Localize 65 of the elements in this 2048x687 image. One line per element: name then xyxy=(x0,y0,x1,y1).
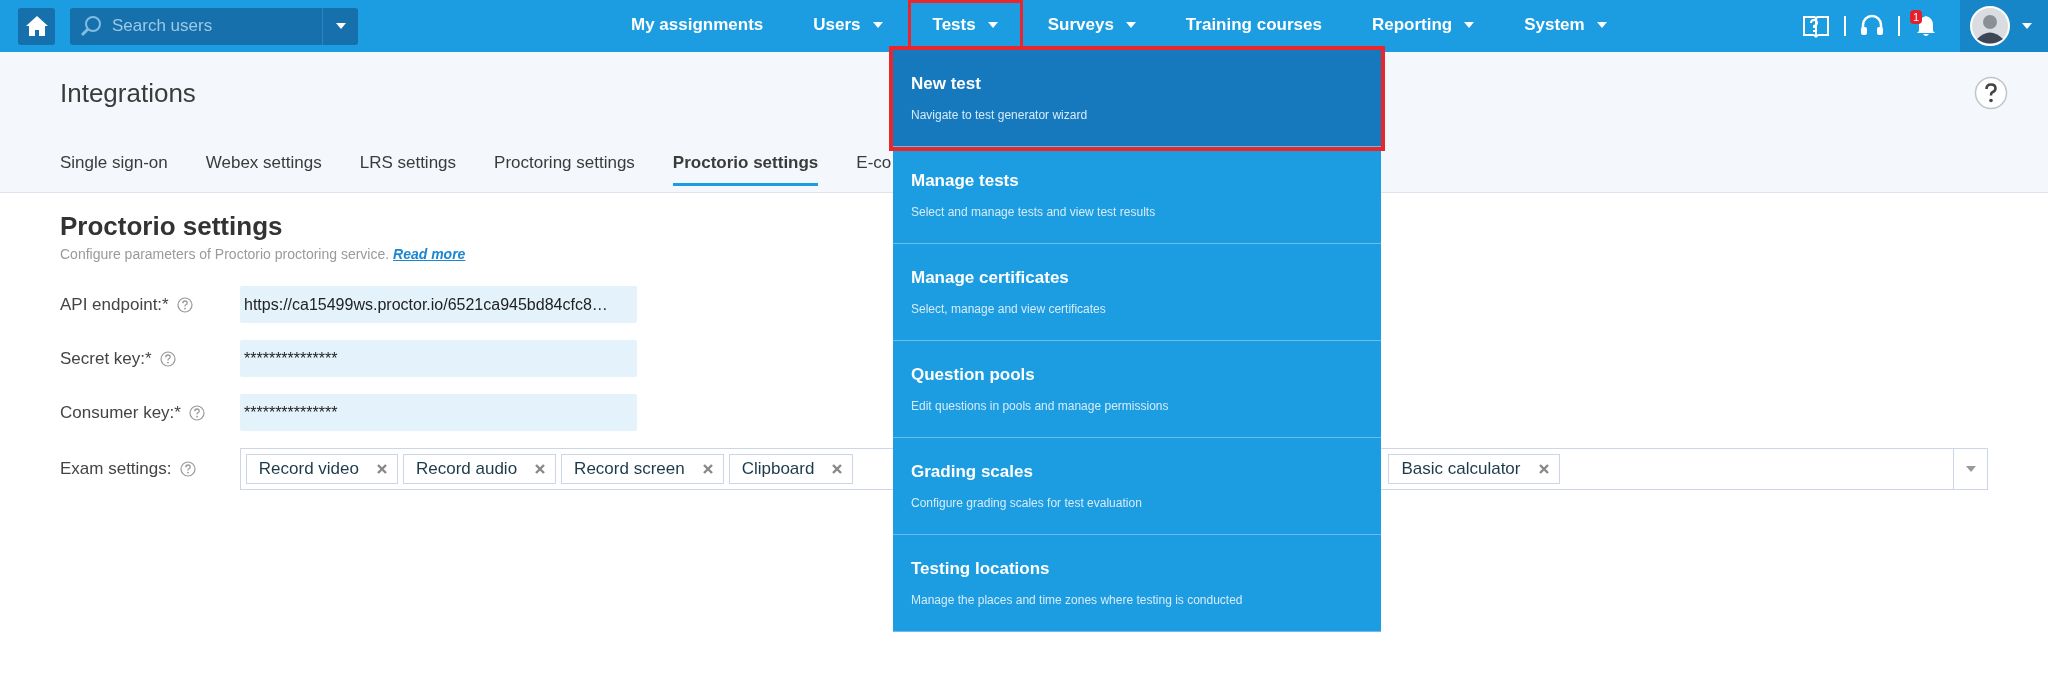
input-field[interactable]: *************** xyxy=(240,394,637,431)
field-label: Secret key:* xyxy=(60,348,152,369)
nav-menu-item[interactable]: My assignments xyxy=(606,0,789,50)
support-button[interactable] xyxy=(1860,14,1884,38)
tab[interactable]: LRS settings xyxy=(359,152,457,186)
caret-icon xyxy=(987,22,998,28)
menu-item[interactable]: Manage certificates Select, manage and view certificates xyxy=(893,244,1381,341)
tag: Basic calculator xyxy=(1388,454,1560,484)
book-icon xyxy=(1802,13,1830,39)
section-description: Configure parameters of Proctorio proctoring service. xyxy=(60,246,391,262)
help-icon xyxy=(179,461,196,477)
tab[interactable]: E-co xyxy=(856,152,892,186)
page-title: Integrations xyxy=(60,77,196,109)
caret-icon xyxy=(1596,22,1607,28)
nav-menu-item[interactable]: Users xyxy=(788,0,908,50)
notification-badge: 1 xyxy=(1910,10,1923,24)
menu-item[interactable]: Testing locations Manage the places and time zones where testing is conducted xyxy=(893,535,1381,632)
caret-icon xyxy=(1464,22,1475,28)
menu-item[interactable]: Grading scales Configure grading scales for test evaluation xyxy=(893,438,1381,535)
tab[interactable]: Webex settings xyxy=(205,152,322,186)
help-icon xyxy=(188,404,205,421)
field-label: Consumer key:* xyxy=(60,402,181,423)
caret-icon xyxy=(1125,22,1136,28)
nav-menu-item[interactable]: System xyxy=(1499,0,1632,50)
tab[interactable]: Proctorio settings xyxy=(672,152,819,186)
help-book-button[interactable] xyxy=(1802,13,1830,39)
input-field[interactable]: *************** xyxy=(240,340,637,377)
tag: Record audio xyxy=(403,454,557,484)
tag: Record screen xyxy=(561,454,724,484)
caret-icon xyxy=(872,22,883,28)
tab[interactable]: Proctoring settings xyxy=(494,152,635,186)
field-label: Exam settings: xyxy=(60,459,172,479)
search-field[interactable]: Search users xyxy=(70,7,322,45)
help-icon xyxy=(1974,76,2008,110)
home-icon xyxy=(25,16,48,36)
section-title: Proctorio settings xyxy=(60,211,283,242)
input-field[interactable]: https://ca15499ws.proctor.io/6521ca945bd84cfc8… xyxy=(240,286,637,323)
caret-icon xyxy=(2022,23,2032,29)
caret-icon xyxy=(335,23,346,29)
menu-item[interactable]: Question pools Edit questions in pools and manage permissions xyxy=(893,341,1381,438)
read-more-link[interactable]: Read more xyxy=(393,246,466,262)
remove-icon xyxy=(377,464,387,474)
user-menu-button[interactable] xyxy=(1970,6,2010,46)
field-label: API endpoint:* xyxy=(60,294,169,315)
remove-icon xyxy=(535,464,546,474)
nav-menu-item[interactable]: Surveys xyxy=(1022,0,1161,50)
remove-icon xyxy=(1538,464,1549,474)
menu-item[interactable]: Manage tests Select and manage tests and view test results xyxy=(893,147,1381,244)
notifications-button[interactable]: 1 xyxy=(1914,14,1938,38)
help-icon xyxy=(176,296,193,313)
nav-menu-item[interactable]: Training courses xyxy=(1160,0,1347,50)
search-dropdown-button[interactable] xyxy=(322,7,358,45)
tag: Clipboard xyxy=(728,454,854,484)
help-button[interactable] xyxy=(1974,76,2008,110)
search-icon xyxy=(80,14,102,37)
tab[interactable]: Single sign-on xyxy=(60,152,168,186)
tag: Record video xyxy=(245,454,398,484)
remove-icon xyxy=(702,464,713,474)
avatar-icon xyxy=(1970,6,2010,46)
nav-menu-item[interactable]: Reporting xyxy=(1346,0,1500,50)
help-icon xyxy=(159,350,176,367)
remove-icon xyxy=(832,464,843,474)
headset-icon xyxy=(1860,14,1884,38)
home-button[interactable] xyxy=(18,7,55,45)
caret-icon xyxy=(1965,466,1976,472)
